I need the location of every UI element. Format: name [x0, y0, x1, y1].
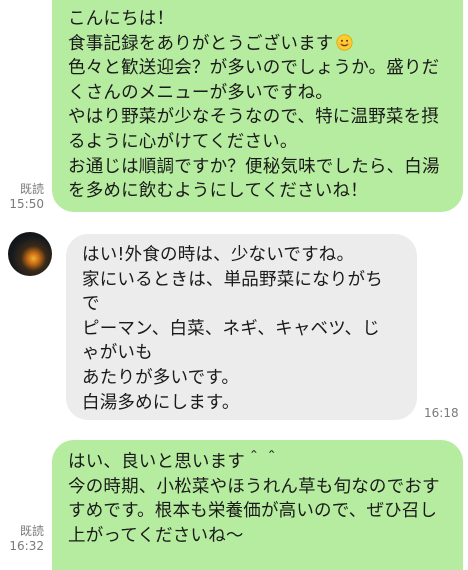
message-timestamp: 16:32 [9, 539, 44, 553]
message-line: 食事記録をありがとうございます [68, 32, 449, 57]
message-line: 今の時期、小松菜やほうれん草も旬なのでおす [68, 476, 440, 497]
message-meta: 16:18 [424, 406, 464, 421]
sent-message-bubble[interactable]: はい、良いと思います＾＾ 今の時期、小松菜やほうれん草も旬なのでおす すめです。… [52, 440, 463, 570]
smiling-face-emoji-icon [335, 34, 353, 51]
received-message-bubble[interactable]: はい!外食の時は、少ないですね。 家にいるときは、単品野菜になりがち で ピーマ… [66, 234, 417, 420]
message-line: を多めに飲むようにしてくださいね！ [68, 181, 368, 202]
message-meta: 既読 15:50 [6, 182, 44, 212]
message-line: すめです。根本も栄養価が高いので、ぜひ召し [68, 501, 438, 522]
message-timestamp: 16:18 [424, 406, 459, 420]
message-line: くさんのメニューが多いですね。 [68, 82, 333, 103]
message-line: あたりが多いです。 [82, 367, 240, 388]
user-avatar[interactable] [8, 232, 52, 276]
message-line: 家にいるときは、単品野菜になりがち [82, 269, 383, 290]
message-line: はい、良いと思います＾＾ [68, 452, 281, 472]
sent-message-bubble[interactable]: こんにちは！ 食事記録をありがとうございます 色々と歓送迎会？が多いのでしょうか… [52, 0, 463, 212]
message-line: ピーマン、白菜、ネギ、キャベツ、じ [82, 318, 380, 339]
message-line: はい!外食の時は、少ないですね。 [82, 245, 355, 265]
message-line: 上がってくださいね〜 [68, 525, 244, 546]
message-line: 白湯多めにします。 [82, 392, 240, 413]
message-line: やはり野菜が少なそうなので、特に温野菜を摂 [68, 107, 439, 128]
message-timestamp: 15:50 [9, 197, 44, 211]
message-line: 色々と歓送迎会？が多いのでしょうか。盛りだ [68, 58, 440, 79]
message-line: お通じは順調ですか？便秘気味でしたら、白湯 [68, 156, 440, 177]
read-receipt: 既読 [19, 182, 44, 196]
message-line: ゃがいも [82, 343, 153, 364]
message-line: で [82, 294, 100, 315]
message-line: こんにちは！ [68, 9, 175, 29]
read-receipt: 既読 [19, 524, 44, 538]
message-line: るように心がけてください。 [68, 131, 298, 152]
message-meta: 既読 16:32 [6, 524, 44, 554]
